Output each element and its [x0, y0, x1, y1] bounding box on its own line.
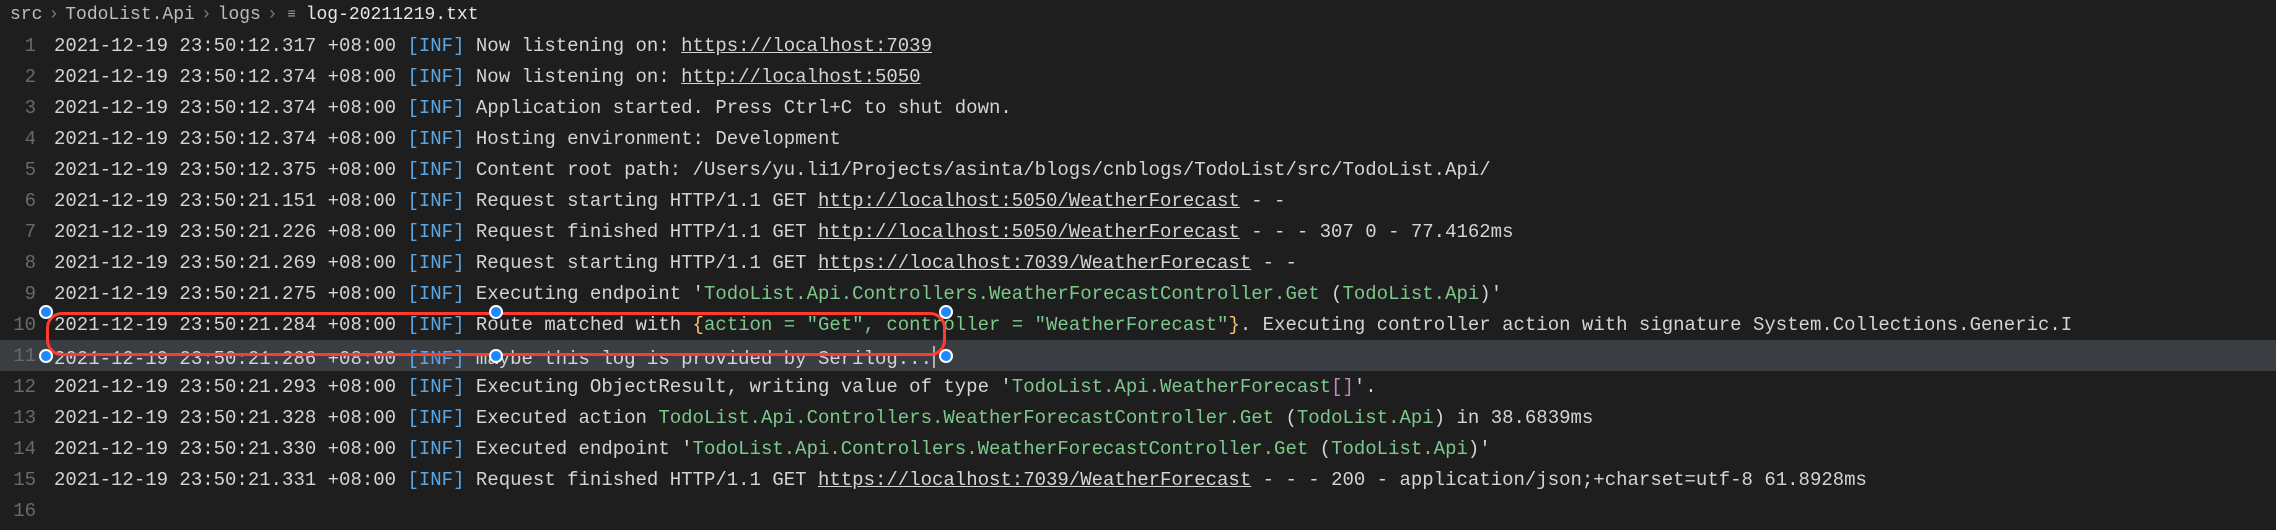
editor-line[interactable]: 12021-12-19 23:50:12.317 +08:00 [INF] No… — [0, 30, 2276, 61]
line-number: 14 — [0, 438, 54, 460]
chevron-right-icon: › — [48, 5, 59, 25]
line-content: 2021-12-19 23:50:21.330 +08:00 [INF] Exe… — [54, 438, 1491, 460]
line-number: 13 — [0, 407, 54, 429]
editor-line[interactable]: 122021-12-19 23:50:21.293 +08:00 [INF] E… — [0, 371, 2276, 402]
line-content: 2021-12-19 23:50:12.374 +08:00 [INF] Now… — [54, 66, 921, 88]
line-number: 16 — [0, 500, 54, 522]
line-content: 2021-12-19 23:50:21.269 +08:00 [INF] Req… — [54, 252, 1297, 274]
line-number: 10 — [0, 314, 54, 336]
line-content: 2021-12-19 23:50:21.328 +08:00 [INF] Exe… — [54, 407, 1593, 429]
editor-line[interactable]: 112021-12-19 23:50:21.286 +08:00 [INF] m… — [0, 340, 2276, 371]
line-number: 2 — [0, 66, 54, 88]
log-url[interactable]: http://localhost:5050/WeatherForecast — [818, 221, 1240, 243]
log-url[interactable]: https://localhost:7039 — [681, 35, 932, 57]
editor-line[interactable]: 72021-12-19 23:50:21.226 +08:00 [INF] Re… — [0, 216, 2276, 247]
editor-line[interactable]: 62021-12-19 23:50:21.151 +08:00 [INF] Re… — [0, 185, 2276, 216]
line-number: 11 — [0, 345, 54, 367]
line-content: 2021-12-19 23:50:12.374 +08:00 [INF] Hos… — [54, 128, 841, 150]
line-number: 3 — [0, 97, 54, 119]
file-text-icon: ≡ — [284, 7, 300, 23]
editor-line[interactable]: 92021-12-19 23:50:21.275 +08:00 [INF] Ex… — [0, 278, 2276, 309]
line-content: 2021-12-19 23:50:21.286 +08:00 [INF] may… — [54, 342, 935, 370]
editor-line[interactable]: 142021-12-19 23:50:21.330 +08:00 [INF] E… — [0, 433, 2276, 464]
editor-line[interactable]: 22021-12-19 23:50:12.374 +08:00 [INF] No… — [0, 61, 2276, 92]
editor-line[interactable]: 132021-12-19 23:50:21.328 +08:00 [INF] E… — [0, 402, 2276, 433]
log-url[interactable]: http://localhost:5050 — [681, 66, 920, 88]
line-content: 2021-12-19 23:50:12.375 +08:00 [INF] Con… — [54, 159, 1491, 181]
line-number: 7 — [0, 221, 54, 243]
line-number: 8 — [0, 252, 54, 274]
editor-line[interactable]: 102021-12-19 23:50:21.284 +08:00 [INF] R… — [0, 309, 2276, 340]
line-content: 2021-12-19 23:50:21.293 +08:00 [INF] Exe… — [54, 376, 1377, 398]
line-number: 12 — [0, 376, 54, 398]
chevron-right-icon: › — [201, 5, 212, 25]
text-cursor — [933, 346, 935, 368]
log-url[interactable]: https://localhost:7039/WeatherForecast — [818, 252, 1251, 274]
breadcrumb-item[interactable]: src — [10, 5, 42, 25]
line-content: 2021-12-19 23:50:21.331 +08:00 [INF] Req… — [54, 469, 1867, 491]
line-number: 15 — [0, 469, 54, 491]
log-url[interactable]: https://localhost:7039/WeatherForecast — [818, 469, 1251, 491]
editor-line[interactable]: 82021-12-19 23:50:21.269 +08:00 [INF] Re… — [0, 247, 2276, 278]
editor-line[interactable]: 152021-12-19 23:50:21.331 +08:00 [INF] R… — [0, 464, 2276, 495]
breadcrumb-item[interactable]: logs — [218, 5, 261, 25]
line-content: 2021-12-19 23:50:21.275 +08:00 [INF] Exe… — [54, 283, 1502, 305]
line-content: 2021-12-19 23:50:12.374 +08:00 [INF] App… — [54, 97, 1012, 119]
editor-line[interactable]: 42021-12-19 23:50:12.374 +08:00 [INF] Ho… — [0, 123, 2276, 154]
editor-line[interactable]: 32021-12-19 23:50:12.374 +08:00 [INF] Ap… — [0, 92, 2276, 123]
breadcrumb-item[interactable]: TodoList.Api — [65, 5, 195, 25]
chevron-right-icon: › — [267, 5, 278, 25]
breadcrumb-item-active[interactable]: log-20211219.txt — [306, 5, 479, 25]
line-number: 5 — [0, 159, 54, 181]
line-content: 2021-12-19 23:50:21.151 +08:00 [INF] Req… — [54, 190, 1285, 212]
editor-area[interactable]: 12021-12-19 23:50:12.317 +08:00 [INF] No… — [0, 30, 2276, 526]
breadcrumb: src › TodoList.Api › logs › ≡ log-202112… — [0, 0, 2276, 30]
line-content: 2021-12-19 23:50:21.284 +08:00 [INF] Rou… — [54, 314, 2072, 336]
editor-line[interactable]: 52021-12-19 23:50:12.375 +08:00 [INF] Co… — [0, 154, 2276, 185]
line-number: 6 — [0, 190, 54, 212]
line-number: 9 — [0, 283, 54, 305]
line-content: 2021-12-19 23:50:12.317 +08:00 [INF] Now… — [54, 35, 932, 57]
line-content: 2021-12-19 23:50:21.226 +08:00 [INF] Req… — [54, 221, 1514, 243]
log-url[interactable]: http://localhost:5050/WeatherForecast — [818, 190, 1240, 212]
editor-line[interactable]: 16 — [0, 495, 2276, 526]
line-number: 1 — [0, 35, 54, 57]
line-number: 4 — [0, 128, 54, 150]
